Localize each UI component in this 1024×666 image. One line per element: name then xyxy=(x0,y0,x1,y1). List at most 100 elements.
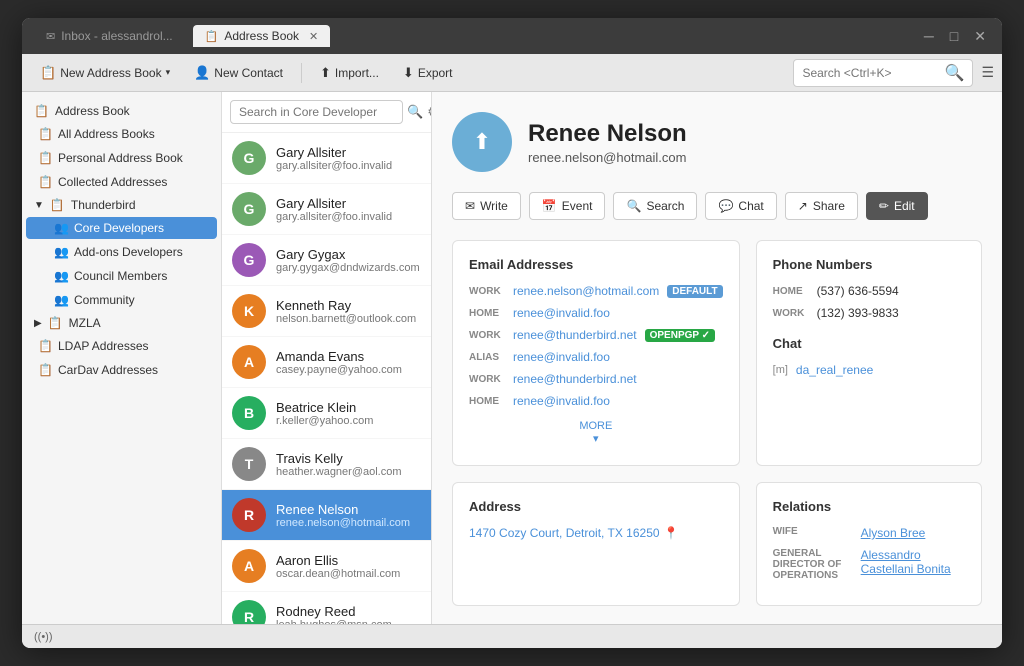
sidebar-item-council[interactable]: 👥 Council Members xyxy=(26,265,217,287)
detail-actions: ✉ Write 📅 Event🔍 Search 💬 Chat ↗ Share ✏ Edi… xyxy=(452,192,982,220)
active-tab[interactable]: 📋 Address Book ✕ xyxy=(193,25,331,47)
all-books-icon: 📋 xyxy=(38,127,52,141)
contact-email: oscar.dean@hotmail.com xyxy=(276,568,400,580)
list-item[interactable]: G Gary Allsiter gary.allsiter@foo.invali… xyxy=(222,133,431,184)
share-button[interactable]: ↗ Share xyxy=(785,192,858,220)
email-address-link[interactable]: renee.nelson@hotmail.com xyxy=(513,284,659,298)
list-item[interactable]: K Kenneth Ray nelson.barnett@outlook.com xyxy=(222,286,431,337)
default-badge: DEFAULT xyxy=(667,285,722,298)
phone-row: HOME (537) 636-5594 xyxy=(773,284,965,298)
chat-handle[interactable]: da_real_renee xyxy=(796,363,873,377)
new-contact-button[interactable]: 👤 New Contact xyxy=(184,61,293,85)
list-item[interactable]: A Aaron Ellis oscar.dean@hotmail.com xyxy=(222,541,431,592)
minimize-icon[interactable]: ─ xyxy=(920,26,938,47)
maximize-icon[interactable]: □ xyxy=(946,26,962,47)
contact-name: Renee Nelson xyxy=(528,120,687,148)
council-icon: 👥 xyxy=(54,269,68,283)
list-item[interactable]: R Renee Nelson renee.nelson@hotmail.com xyxy=(222,490,431,541)
contact-name: Gary Gygax xyxy=(276,247,420,262)
contact-name: Aaron Ellis xyxy=(276,553,400,568)
detail-cards: Email Addresses WORK renee.nelson@hotmai… xyxy=(452,240,982,606)
list-item[interactable]: G Gary Gygax gary.gygax@dndwizards.com xyxy=(222,235,431,286)
chat-button[interactable]: 💬 Chat xyxy=(705,192,776,220)
relation-name-link[interactable]: Alyson Bree xyxy=(861,526,926,540)
list-item[interactable]: G Gary Allsiter gary.allsiter@foo.invali… xyxy=(222,184,431,235)
email-address-link[interactable]: renee@invalid.foo xyxy=(513,394,610,408)
sidebar-item-personal[interactable]: 📋 Personal Address Book xyxy=(26,147,217,169)
openpgp-badge: OPENPGP ✓ xyxy=(645,329,715,342)
contact-name: Amanda Evans xyxy=(276,349,402,364)
share-icon: ↗ xyxy=(798,199,808,213)
contact-email: casey.payne@yahoo.com xyxy=(276,364,402,376)
detail-panel: ⬆ Renee Nelson renee.nelson@hotmail.com … xyxy=(432,92,1002,624)
sidebar-item-core-developers[interactable]: 👥 Core Developers xyxy=(26,217,217,239)
sidebar-item-all-address-books[interactable]: 📋 All Address Books xyxy=(26,123,217,145)
contact-avatar-small: G xyxy=(232,192,266,226)
export-button[interactable]: ⬇ Export xyxy=(393,61,463,85)
address-title: Address xyxy=(469,499,723,514)
contact-email: gary.allsiter@foo.invalid xyxy=(276,211,392,223)
email-row: WORK renee@thunderbird.net OPENPGP ✓ xyxy=(469,328,723,342)
sidebar-item-addons[interactable]: 👥 Add-ons Developers xyxy=(26,241,217,263)
phone-numbers-title: Phone Numbers xyxy=(773,257,965,272)
close-icon[interactable]: ✕ xyxy=(970,26,990,47)
dropdown-arrow-icon: ▾ xyxy=(166,67,171,78)
titlebar: ✉ Inbox - alessandrol... 📋 Address Book … xyxy=(22,18,1002,54)
search-icon[interactable]: 🔍 xyxy=(945,63,965,83)
email-type-label: WORK xyxy=(469,286,505,297)
new-address-book-button[interactable]: 📋 New Address Book ▾ xyxy=(30,61,180,85)
close-tab-icon[interactable]: ✕ xyxy=(309,30,318,43)
import-icon: ⬆ xyxy=(320,65,331,81)
import-button[interactable]: ⬆ Import... xyxy=(310,61,389,85)
edit-button[interactable]: ✏ Edit xyxy=(866,192,928,220)
community-icon: 👥 xyxy=(54,293,68,307)
inactive-tab[interactable]: ✉ Inbox - alessandrol... xyxy=(34,25,185,47)
email-address-link[interactable]: renee@thunderbird.net xyxy=(513,372,637,386)
sidebar-addressbook-header[interactable]: 📋 Address Book xyxy=(22,100,221,122)
address-card: Address 1470 Cozy Court, Detroit, TX 162… xyxy=(452,482,740,606)
list-item[interactable]: R Rodney Reed leah.hughes@msn.com xyxy=(222,592,431,624)
email-row: WORK renee.nelson@hotmail.com DEFAULT xyxy=(469,284,723,298)
cardav-icon: 📋 xyxy=(38,363,52,377)
addressbook-header-icon: 📋 xyxy=(34,104,49,118)
sidebar-item-collected[interactable]: 📋 Collected Addresses xyxy=(26,171,217,193)
contact-search-icon[interactable]: 🔍 xyxy=(407,104,423,120)
list-item[interactable]: B Beatrice Klein r.keller@yahoo.com xyxy=(222,388,431,439)
thunderbird-icon: 📋 xyxy=(50,198,65,212)
core-devs-icon: 👥 xyxy=(54,221,68,235)
sidebar-mzla-header[interactable]: ▶ 📋 MZLA xyxy=(22,312,221,334)
relation-row: WIFE Alyson Bree xyxy=(773,526,965,540)
email-type-label: WORK xyxy=(469,330,505,341)
contact-name: Travis Kelly xyxy=(276,451,402,466)
inbox-icon: ✉ xyxy=(46,30,55,43)
contact-list: 🔍 ⚙ G Gary Allsiter gary.allsiter@foo.in… xyxy=(222,92,432,624)
write-button[interactable]: ✉ Write xyxy=(452,192,521,220)
list-item[interactable]: A Amanda Evans casey.payne@yahoo.com xyxy=(222,337,431,388)
new-contact-icon: 👤 xyxy=(194,65,210,81)
map-pin-icon[interactable]: 📍 xyxy=(664,526,679,540)
email-address-link[interactable]: renee@invalid.foo xyxy=(513,350,610,364)
email-address-link[interactable]: renee@invalid.foo xyxy=(513,306,610,320)
search-input[interactable] xyxy=(802,66,940,80)
relation-name-link[interactable]: Alessandro Castellani Bonita xyxy=(861,548,965,576)
contact-avatar-small: B xyxy=(232,396,266,430)
sidebar-item-community[interactable]: 👥 Community xyxy=(26,289,217,311)
more-emails-button[interactable]: MORE ▾ xyxy=(469,416,723,449)
sidebar: 📋 Address Book 📋 All Address Books 📋 Per… xyxy=(22,92,222,624)
personal-icon: 📋 xyxy=(38,151,52,165)
email-row: ALIAS renee@invalid.foo xyxy=(469,350,723,364)
sidebar-item-ldap[interactable]: 📋 LDAP Addresses xyxy=(26,335,217,357)
sidebar-item-cardav[interactable]: 📋 CarDav Addresses xyxy=(26,359,217,381)
phone-type-label: WORK xyxy=(773,308,809,319)
contact-name: Gary Allsiter xyxy=(276,196,392,211)
menu-icon[interactable]: ☰ xyxy=(981,64,994,81)
search-button[interactable]: 🔍 Search xyxy=(613,192,697,220)
list-item[interactable]: T Travis Kelly heather.wagner@aol.com xyxy=(222,439,431,490)
contact-search-input[interactable] xyxy=(230,100,403,124)
email-address-link[interactable]: renee@thunderbird.net xyxy=(513,328,637,342)
relations-title: Relations xyxy=(773,499,965,514)
email-addresses-card: Email Addresses WORK renee.nelson@hotmai… xyxy=(452,240,740,466)
event-button[interactable]: 📅 Event xyxy=(529,192,606,220)
chat-row: [m] da_real_renee xyxy=(773,363,965,377)
sidebar-thunderbird-header[interactable]: ▼ 📋 Thunderbird xyxy=(22,194,221,216)
